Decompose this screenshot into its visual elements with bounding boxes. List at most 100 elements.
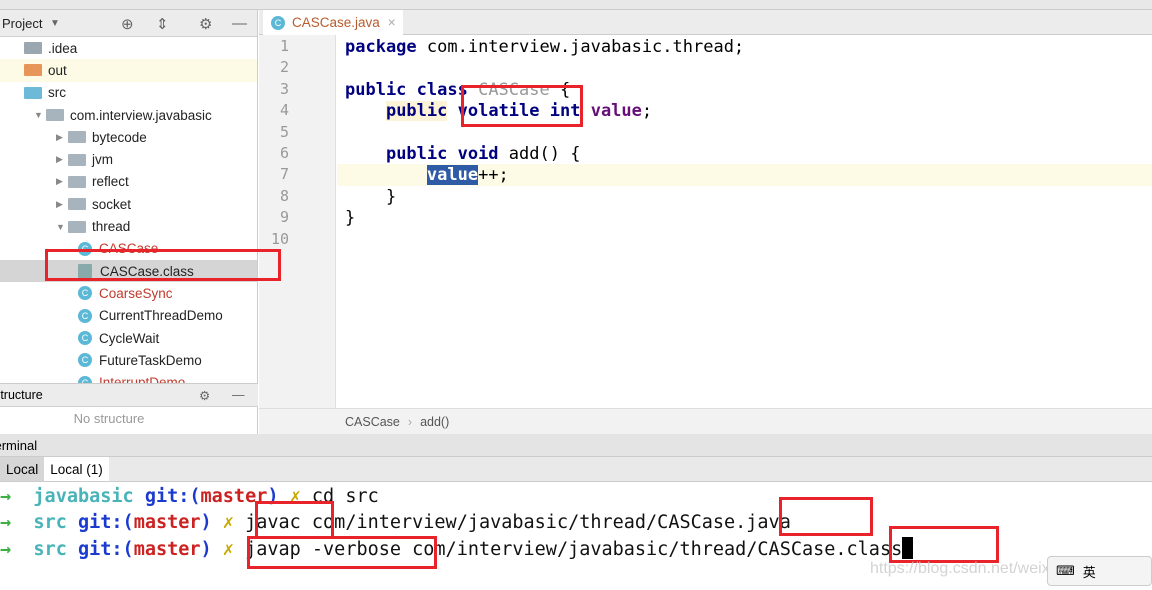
- terminal-tabs: Local Local (1): [0, 457, 1152, 482]
- ime-indicator[interactable]: ⌨ 英: [1047, 556, 1152, 586]
- tree-item-label: FutureTaskDemo: [99, 352, 202, 368]
- terminal-title: Terminal: [0, 437, 38, 453]
- gear-icon[interactable]: ⚙: [199, 15, 212, 33]
- tree-item[interactable]: .idea: [0, 37, 257, 59]
- terminal-dir: src: [33, 511, 67, 533]
- tree-item-label: src: [48, 85, 66, 101]
- tree-item-label: .idea: [48, 40, 78, 56]
- terminal-branch: master: [133, 539, 201, 560]
- line-gutter: 1 2 3 4 5 6 7 8 9 10: [259, 35, 336, 408]
- tree-item[interactable]: C CycleWait: [0, 327, 257, 349]
- tree-item[interactable]: ▶ reflect: [0, 171, 257, 193]
- terminal-header: Terminal: [0, 434, 1152, 457]
- highlight-box: [45, 249, 281, 281]
- structure-title: Structure: [0, 388, 43, 402]
- code-line: value++;: [426, 165, 509, 186]
- line-number: 10: [270, 229, 289, 248]
- terminal-dir: javabasic: [33, 486, 134, 507]
- prompt-text: →: [0, 486, 34, 507]
- structure-header: Structure ⚙ —: [0, 383, 258, 407]
- tree-item[interactable]: ▼ com.interview.javabasic: [0, 104, 257, 126]
- tree-item-label: thread: [92, 219, 131, 235]
- collapse-all-icon[interactable]: ⇕: [156, 15, 169, 33]
- tree-item[interactable]: C CurrentThreadDemo: [0, 305, 257, 327]
- minimize-icon[interactable]: —: [232, 388, 245, 402]
- folder-icon: [68, 220, 86, 233]
- terminal-tab-local-1[interactable]: Local (1): [44, 457, 109, 481]
- project-view-selector[interactable]: Project: [2, 16, 42, 31]
- close-icon[interactable]: ×: [388, 15, 396, 30]
- prompt-text: →: [0, 539, 34, 560]
- breadcrumb-class[interactable]: CASCase: [345, 415, 400, 429]
- locate-icon[interactable]: ⊕: [121, 15, 134, 33]
- line-number: 6: [279, 144, 289, 162]
- tree-item[interactable]: out: [0, 59, 257, 82]
- collapse-arrow-icon[interactable]: ▶: [56, 132, 68, 143]
- project-panel-header: Project ▼ ⊕ ⇕ ⚙ —: [0, 10, 257, 37]
- folder-icon: [68, 175, 86, 188]
- tree-item[interactable]: ▶ socket: [0, 193, 257, 215]
- expand-arrow-icon[interactable]: ▼: [56, 222, 68, 232]
- chevron-down-icon[interactable]: ▼: [50, 18, 60, 29]
- tree-item-label: jvm: [92, 152, 113, 168]
- tree-item-label: CurrentThreadDemo: [99, 308, 223, 324]
- tree-item[interactable]: ▶ jvm: [0, 148, 257, 170]
- line-number: 8: [279, 186, 289, 205]
- terminal-branch: master: [133, 511, 201, 533]
- line-number: 2: [279, 58, 289, 77]
- code-line: package com.interview.javabasic.thread;: [345, 37, 745, 57]
- prompt-text: ): [200, 511, 212, 533]
- tree-item[interactable]: src: [0, 82, 257, 104]
- tab-cascase-java[interactable]: C CASCase.java ×: [263, 10, 403, 35]
- collapse-arrow-icon[interactable]: ▶: [56, 176, 68, 187]
- prompt-text: →: [0, 511, 34, 533]
- code-editor[interactable]: C CASCase.java × 1 2 3 4 5 6 7 8 9 10 package com…: [259, 10, 1152, 434]
- project-panel: Project ▼ ⊕ ⇕ ⚙ — .idea out src ▼ com.interv…: [0, 10, 258, 434]
- terminal-dir: src: [33, 539, 67, 560]
- highlight-box: [247, 536, 437, 569]
- class-icon: C: [78, 353, 92, 368]
- prompt-text: [134, 486, 145, 507]
- structure-panel: Structure ⚙ — No structure: [0, 383, 258, 434]
- prompt-text: ✗: [211, 511, 246, 533]
- highlight-box: [461, 85, 583, 127]
- tree-item[interactable]: C FutureTaskDemo: [0, 349, 257, 371]
- code-line: public void add() {: [385, 143, 581, 164]
- folder-icon: [24, 42, 42, 55]
- collapse-arrow-icon[interactable]: ▶: [56, 199, 68, 210]
- tree-item-label: com.interview.javabasic: [70, 107, 212, 123]
- line-number: 4: [279, 101, 289, 120]
- collapse-arrow-icon[interactable]: ▶: [56, 154, 68, 165]
- line-number: 1: [279, 37, 289, 55]
- folder-icon: [46, 109, 64, 122]
- structure-empty-text: No structure: [73, 411, 145, 426]
- highlight-box: [889, 526, 999, 563]
- breadcrumb-method[interactable]: add(): [420, 415, 449, 429]
- prompt-text: ): [200, 539, 212, 560]
- folder-icon: [68, 153, 86, 166]
- expand-arrow-icon[interactable]: ▼: [34, 110, 46, 120]
- editor-tabs: C CASCase.java ×: [259, 10, 1152, 35]
- folder-icon: [68, 198, 86, 211]
- class-icon: C: [78, 331, 92, 345]
- line-number: 3: [279, 79, 289, 98]
- prompt-text: [67, 512, 78, 533]
- line-number: 7: [279, 165, 289, 184]
- tree-item[interactable]: C CoarseSync: [0, 282, 257, 304]
- tree-item-label: CycleWait: [99, 330, 160, 346]
- folder-icon: [24, 86, 42, 99]
- tree-item[interactable]: ▶ bytecode: [0, 126, 257, 148]
- tree-item[interactable]: ▼ thread: [0, 215, 257, 237]
- highlight-box: [779, 497, 873, 536]
- tab-label: CASCase.java: [292, 15, 380, 30]
- gear-icon[interactable]: ⚙: [199, 388, 210, 403]
- terminal-tab-local[interactable]: Local: [0, 457, 45, 481]
- terminal-line: → src git:(master) ✗ javac com/interview…: [0, 512, 791, 533]
- code-content[interactable]: package com.interview.javabasic.thread; …: [345, 37, 744, 230]
- breadcrumb: CASCase › add(): [259, 408, 1152, 434]
- minimize-icon[interactable]: —: [232, 15, 247, 32]
- class-icon: C: [78, 308, 92, 323]
- class-icon: C: [78, 286, 92, 301]
- tree-item-label: bytecode: [92, 129, 147, 145]
- prompt-text: git:(: [144, 486, 201, 507]
